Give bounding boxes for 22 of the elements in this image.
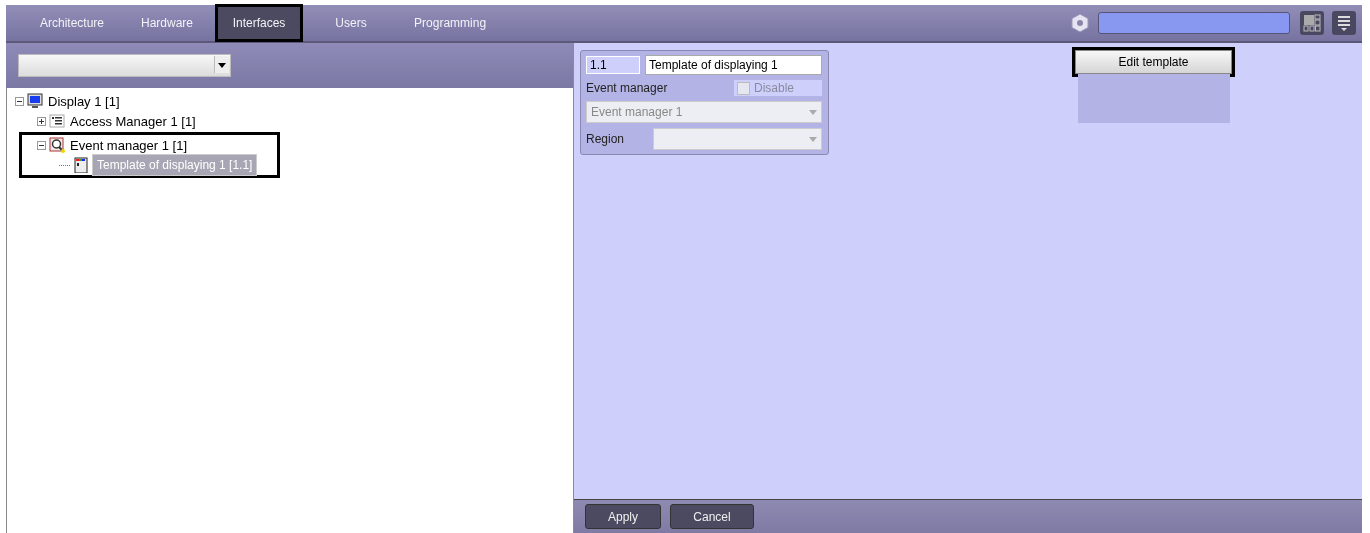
window-icon — [73, 157, 89, 173]
expand-toggle[interactable] — [37, 116, 46, 126]
edit-template-button[interactable]: Edit template — [1075, 50, 1232, 74]
dialog-button[interactable]: Cancel — [670, 504, 754, 529]
menu-icon[interactable] — [1332, 11, 1356, 35]
dialog-button[interactable]: Apply — [585, 504, 661, 529]
layout-icon[interactable] — [1300, 11, 1324, 35]
tree-item[interactable]: Display 1 [1] — [46, 92, 122, 110]
list-icon — [49, 113, 65, 129]
monitor-icon — [27, 93, 43, 109]
name-field[interactable]: Template of displaying 1 — [645, 55, 822, 75]
collapse-toggle[interactable] — [15, 96, 24, 106]
field-label: Event manager — [586, 81, 668, 95]
tree-item[interactable]: Event manager 1 [1] — [68, 136, 190, 154]
magnifier-icon — [49, 137, 65, 153]
hexagon-logo-icon[interactable] — [1070, 13, 1090, 33]
collapse-toggle[interactable] — [37, 140, 46, 150]
id-field[interactable]: 1.1 — [586, 56, 640, 74]
tab[interactable]: Interfaces — [216, 5, 303, 41]
tree-item[interactable]: Access Manager 1 [1] — [68, 112, 198, 130]
search-field[interactable] — [1098, 12, 1290, 34]
field-label: Region — [586, 132, 626, 146]
